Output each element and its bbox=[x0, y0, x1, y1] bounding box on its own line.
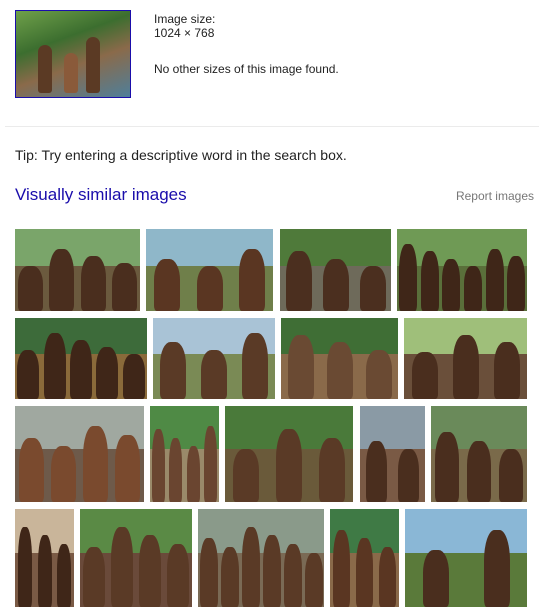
report-images-link[interactable]: Report images bbox=[456, 189, 534, 203]
person-figure bbox=[242, 333, 268, 399]
person-figure bbox=[197, 266, 223, 311]
figure-shape bbox=[38, 45, 52, 93]
person-figure bbox=[435, 432, 459, 502]
similar-image-thumbnail[interactable] bbox=[225, 406, 353, 502]
person-figure bbox=[17, 350, 39, 399]
person-figure bbox=[453, 335, 479, 399]
person-figure bbox=[276, 429, 302, 502]
image-size-label: Image size: bbox=[154, 12, 216, 26]
person-figure bbox=[221, 547, 239, 607]
person-figure bbox=[19, 438, 44, 502]
person-figure bbox=[356, 538, 373, 607]
query-image-thumbnail[interactable] bbox=[15, 10, 131, 98]
person-figure bbox=[398, 449, 419, 502]
person-figure bbox=[323, 259, 349, 311]
person-figure bbox=[494, 342, 520, 399]
person-figure bbox=[49, 249, 74, 311]
person-figure bbox=[204, 426, 217, 502]
person-figure bbox=[160, 342, 186, 399]
similar-image-thumbnail[interactable] bbox=[397, 229, 527, 311]
person-figure bbox=[81, 256, 106, 311]
person-figure bbox=[399, 244, 417, 311]
section-divider bbox=[5, 126, 539, 127]
person-figure bbox=[360, 266, 386, 311]
person-figure bbox=[327, 342, 353, 399]
similar-image-thumbnail[interactable] bbox=[15, 406, 144, 502]
person-figure bbox=[499, 449, 523, 502]
person-figure bbox=[379, 547, 396, 607]
person-figure bbox=[51, 446, 76, 502]
person-figure bbox=[167, 544, 189, 607]
similar-image-thumbnail[interactable] bbox=[150, 406, 219, 502]
person-figure bbox=[201, 350, 227, 399]
person-figure bbox=[366, 350, 392, 399]
person-figure bbox=[319, 438, 345, 502]
similar-image-thumbnail[interactable] bbox=[280, 229, 391, 311]
similar-image-thumbnail[interactable] bbox=[15, 229, 140, 311]
person-figure bbox=[239, 249, 265, 311]
person-figure bbox=[484, 530, 510, 607]
person-figure bbox=[44, 333, 66, 399]
similar-image-thumbnail[interactable] bbox=[15, 509, 74, 607]
person-figure bbox=[442, 259, 460, 311]
person-figure bbox=[467, 441, 491, 502]
thumbnail-background bbox=[15, 229, 140, 266]
similar-image-thumbnail[interactable] bbox=[281, 318, 398, 399]
visually-similar-images-link[interactable]: Visually similar images bbox=[15, 185, 187, 205]
person-figure bbox=[486, 249, 504, 311]
person-figure bbox=[169, 438, 182, 502]
search-tip: Tip: Try entering a descriptive word in … bbox=[15, 147, 347, 163]
image-info: Image size: 1024 × 768 No other sizes of… bbox=[154, 12, 339, 76]
person-figure bbox=[366, 441, 387, 502]
similar-image-thumbnail[interactable] bbox=[153, 318, 275, 399]
person-figure bbox=[83, 426, 108, 502]
similar-image-thumbnail[interactable] bbox=[330, 509, 399, 607]
person-figure bbox=[123, 354, 145, 399]
person-figure bbox=[200, 538, 218, 607]
person-figure bbox=[507, 256, 525, 311]
person-figure bbox=[233, 449, 259, 502]
person-figure bbox=[18, 527, 32, 607]
figure-shape bbox=[86, 37, 100, 93]
similar-image-thumbnail[interactable] bbox=[198, 509, 324, 607]
similar-image-thumbnail[interactable] bbox=[404, 318, 527, 399]
person-figure bbox=[412, 352, 438, 399]
person-figure bbox=[111, 527, 133, 607]
person-figure bbox=[187, 446, 200, 502]
similar-image-thumbnail[interactable] bbox=[80, 509, 192, 607]
person-figure bbox=[305, 553, 323, 607]
figure-shape bbox=[64, 53, 78, 93]
person-figure bbox=[242, 527, 260, 607]
person-figure bbox=[423, 550, 449, 607]
person-figure bbox=[112, 263, 137, 311]
no-other-sizes-text: No other sizes of this image found. bbox=[154, 62, 339, 76]
person-figure bbox=[83, 547, 105, 607]
person-figure bbox=[139, 535, 161, 607]
person-figure bbox=[421, 251, 439, 311]
person-figure bbox=[96, 347, 118, 399]
similar-image-thumbnail[interactable] bbox=[146, 229, 273, 311]
person-figure bbox=[152, 429, 165, 502]
person-figure bbox=[284, 544, 302, 607]
person-figure bbox=[57, 544, 71, 607]
person-figure bbox=[263, 535, 281, 607]
similar-image-thumbnail[interactable] bbox=[15, 318, 147, 399]
image-size-value: 1024 × 768 bbox=[154, 26, 215, 40]
similar-image-thumbnail[interactable] bbox=[431, 406, 527, 502]
person-figure bbox=[70, 340, 92, 399]
person-figure bbox=[464, 266, 482, 311]
similar-image-thumbnail[interactable] bbox=[360, 406, 425, 502]
person-figure bbox=[288, 335, 314, 399]
person-figure bbox=[18, 266, 43, 311]
person-figure bbox=[38, 535, 52, 607]
person-figure bbox=[115, 435, 140, 502]
person-figure bbox=[286, 251, 312, 311]
similar-image-thumbnail[interactable] bbox=[405, 509, 527, 607]
thumbnail-background bbox=[198, 509, 324, 554]
person-figure bbox=[154, 259, 180, 311]
person-figure bbox=[333, 530, 350, 607]
